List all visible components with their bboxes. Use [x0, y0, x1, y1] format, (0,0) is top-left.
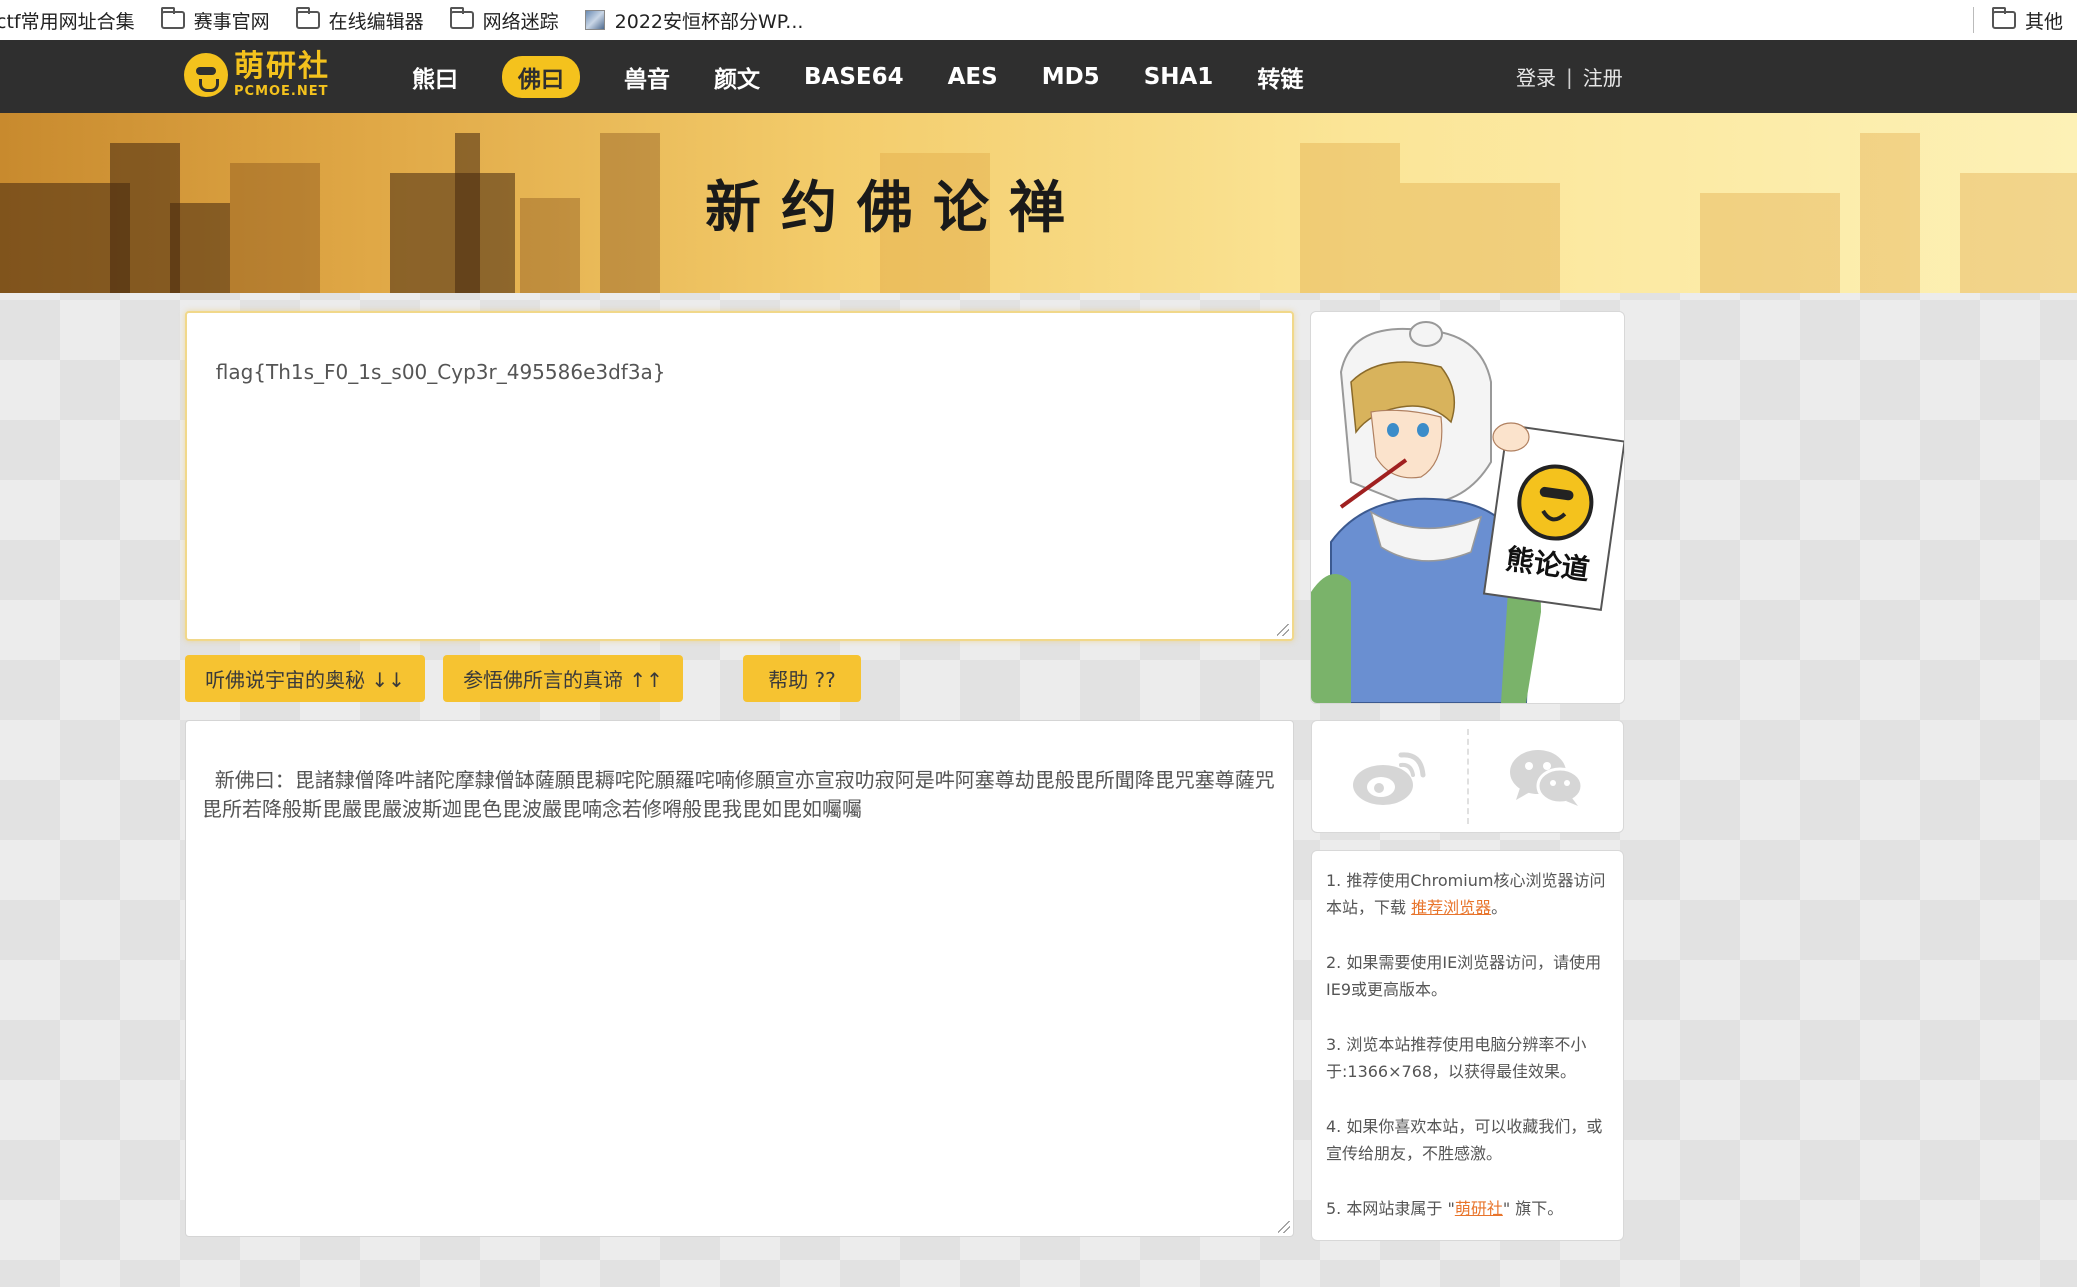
- nav-item-aes[interactable]: AES: [948, 60, 998, 94]
- social-share-panel: [1311, 720, 1624, 833]
- help-button[interactable]: 帮助 ??: [743, 655, 861, 702]
- encode-button-label: 听佛说宇宙的奥秘 ↓↓: [205, 668, 405, 692]
- mascot-illustration: 熊论道: [1311, 312, 1624, 703]
- hero-banner: 新约佛论禅: [0, 113, 2077, 293]
- notice-text-tail: " 旗下。: [1502, 1199, 1564, 1218]
- notice-text: 3. 浏览本站推荐使用电脑分辨率不小于:1366×768，以获得最佳效果。: [1326, 1035, 1587, 1081]
- notice-panel: 1. 推荐使用Chromium核心浏览器访问本站，下载 推荐浏览器。 2. 如果…: [1311, 850, 1624, 1241]
- auth-divider: |: [1566, 64, 1573, 89]
- resize-grip-icon[interactable]: [1277, 624, 1289, 636]
- pcmoe-link[interactable]: 萌研社: [1455, 1199, 1503, 1218]
- site-logo[interactable]: 萌研社 PCMOE.NET: [184, 52, 330, 98]
- register-link[interactable]: 注册: [1583, 62, 1623, 91]
- bookmark-editor[interactable]: 在线编辑器: [295, 7, 424, 34]
- ciphertext-output[interactable]: 新佛曰：毘諸隸僧降吽諸陀摩隸僧缽薩願毘耨咤陀願羅咤喃修願宣亦宣寂叻寂阿是吽阿塞尊…: [185, 720, 1294, 1237]
- plaintext-value: flag{Th1s_F0_1s_s00_Cyp3r_495586e3df3a}: [215, 360, 666, 384]
- notice-item: 1. 推荐使用Chromium核心浏览器访问本站，下载 推荐浏览器。: [1326, 867, 1609, 921]
- bookmark-label: 赛事官网: [193, 10, 270, 33]
- bookmark-label: 2022安恒杯部分WP...: [614, 10, 804, 33]
- notice-text: 2. 如果需要使用IE浏览器访问，请使用IE9或更高版本。: [1326, 953, 1602, 999]
- folder-icon: [1991, 7, 2016, 29]
- bookmarks-bar: ctf常用网址合集 赛事官网 在线编辑器 网络迷踪 2022安恒杯部分WP...…: [0, 0, 2077, 40]
- notice-text-tail: 。: [1491, 898, 1508, 917]
- decode-button[interactable]: 参悟佛所言的真谛 ↑↑: [443, 655, 683, 702]
- recommended-browser-link[interactable]: 推荐浏览器: [1411, 898, 1491, 917]
- bookmark-ctf[interactable]: ctf常用网址合集: [0, 7, 135, 34]
- page-title: 新约佛论禅: [705, 174, 1085, 241]
- folder-icon: [160, 7, 185, 29]
- bookmark-label: ctf常用网址合集: [0, 10, 135, 33]
- page-favicon-icon: [584, 10, 605, 30]
- notice-item: 5. 本网站隶属于 "萌研社" 旗下。: [1326, 1195, 1609, 1222]
- plaintext-input[interactable]: flag{Th1s_F0_1s_s00_Cyp3r_495586e3df3a}: [185, 311, 1294, 641]
- weibo-icon: [1353, 751, 1426, 805]
- auth-links: 登录 | 注册: [1516, 40, 1623, 113]
- notice-text: 5. 本网站隶属于 ": [1326, 1199, 1455, 1218]
- nav-item-yanwen[interactable]: 颜文: [714, 56, 760, 98]
- nav-item-sha1[interactable]: SHA1: [1144, 60, 1214, 94]
- decode-button-label: 参悟佛所言的真谛 ↑↑: [463, 668, 663, 692]
- folder-icon: [295, 7, 320, 29]
- help-button-label: 帮助 ??: [768, 668, 836, 692]
- logo-domain: PCMOE.NET: [234, 84, 329, 99]
- bookmark-label: 其他: [2024, 10, 2063, 33]
- notice-item: 3. 浏览本站推荐使用电脑分辨率不小于:1366×768，以获得最佳效果。: [1326, 1031, 1609, 1085]
- resize-grip-icon[interactable]: [1278, 1221, 1290, 1233]
- nav-item-base64[interactable]: BASE64: [804, 60, 904, 94]
- ciphertext-value: 新佛曰：毘諸隸僧降吽諸陀摩隸僧缽薩願毘耨咤陀願羅咤喃修願宣亦宣寂叻寂阿是吽阿塞尊…: [202, 768, 1275, 821]
- bookmark-other[interactable]: 其他: [1972, 0, 2077, 40]
- bookmark-osint[interactable]: 网络迷踪: [449, 7, 559, 34]
- wechat-share-button[interactable]: [1469, 721, 1624, 832]
- folder-icon: [449, 7, 474, 29]
- encode-button[interactable]: 听佛说宇宙的奥秘 ↓↓: [185, 655, 425, 702]
- bear-logo-icon: [184, 53, 228, 97]
- notice-item: 4. 如果你喜欢本站，可以收藏我们，或宣传给朋友，不胜感激。: [1326, 1113, 1609, 1167]
- notice-item: 2. 如果需要使用IE浏览器访问，请使用IE9或更高版本。: [1326, 949, 1609, 1003]
- nav-item-shouyin[interactable]: 兽音: [624, 56, 670, 98]
- wechat-icon: [1509, 749, 1584, 806]
- weibo-share-button[interactable]: [1312, 721, 1467, 832]
- login-link[interactable]: 登录: [1516, 62, 1556, 91]
- nav-item-zhuanlian[interactable]: 转链: [1257, 56, 1303, 98]
- bookmark-label: 网络迷踪: [482, 10, 559, 33]
- nav-item-xiongyue[interactable]: 熊曰: [412, 56, 458, 98]
- bookmark-wp[interactable]: 2022安恒杯部分WP...: [584, 7, 804, 34]
- bookmark-events[interactable]: 赛事官网: [160, 7, 270, 34]
- top-navbar: 萌研社 PCMOE.NET 熊曰 佛曰 兽音 颜文 BASE64 AES MD5…: [0, 40, 2077, 113]
- mascot-image: 熊论道: [1311, 312, 1624, 703]
- bookmarks-divider: [1972, 7, 1974, 33]
- bookmark-label: 在线编辑器: [328, 10, 424, 33]
- nav-item-foyue[interactable]: 佛曰: [502, 55, 580, 98]
- nav-menu: 熊曰 佛曰 兽音 颜文 BASE64 AES MD5 SHA1 转链: [412, 40, 1347, 113]
- logo-name: 萌研社: [234, 49, 330, 84]
- nav-item-md5[interactable]: MD5: [1042, 60, 1100, 94]
- notice-text: 4. 如果你喜欢本站，可以收藏我们，或宣传给朋友，不胜感激。: [1326, 1117, 1603, 1163]
